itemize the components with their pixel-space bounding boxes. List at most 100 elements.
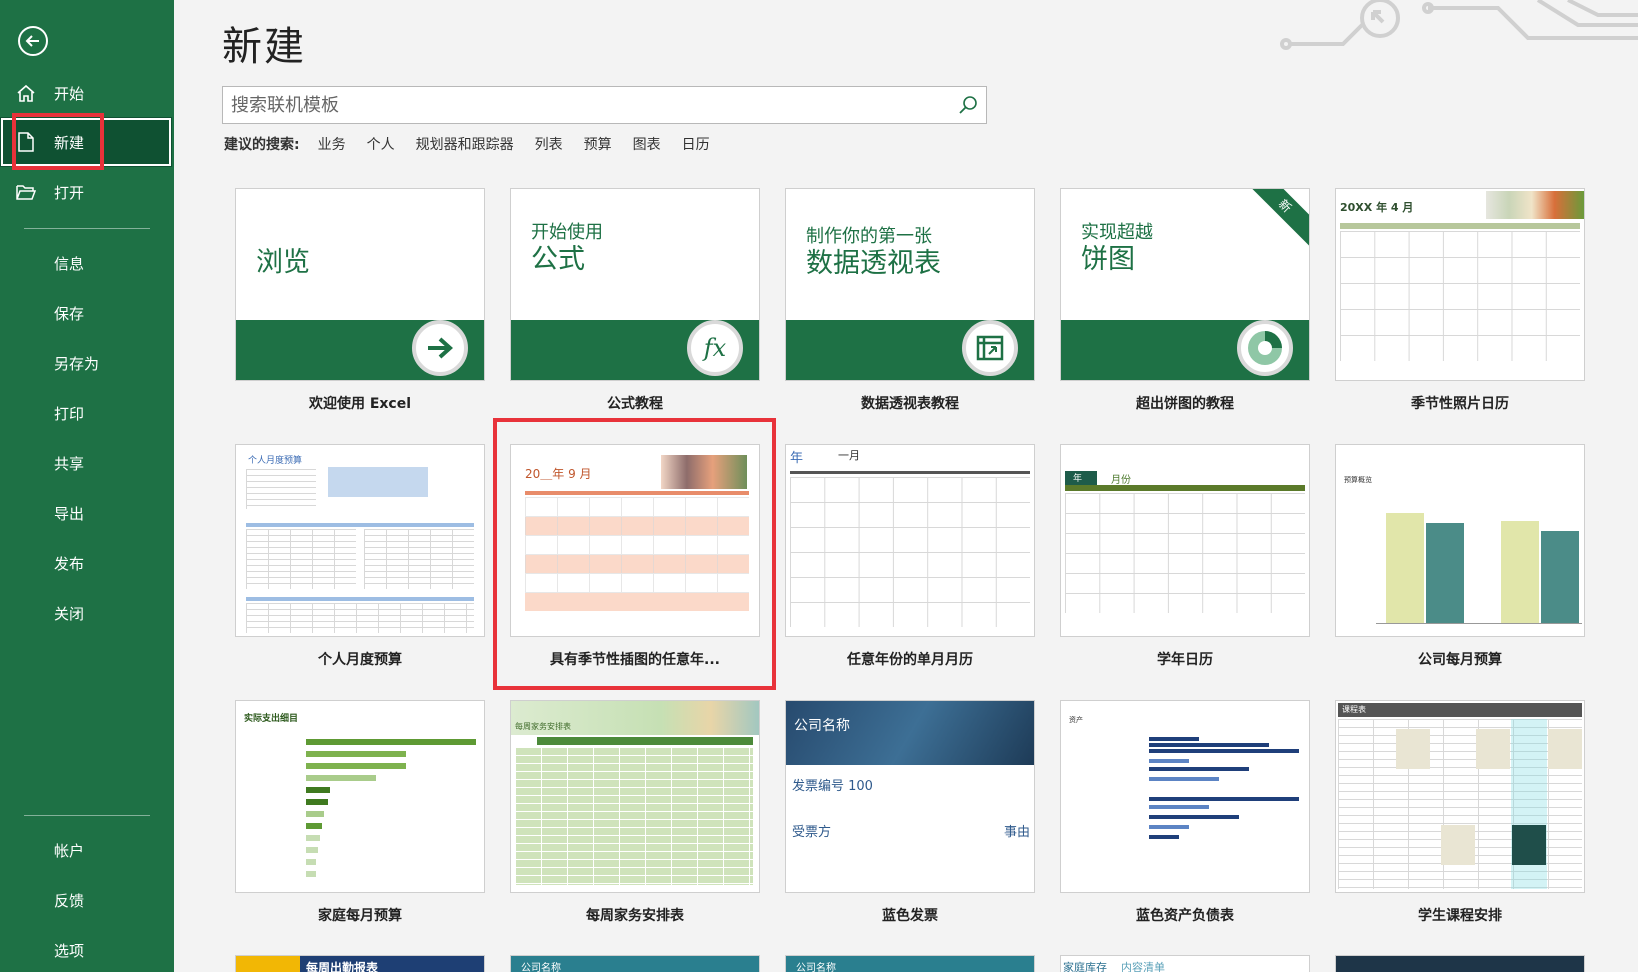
template-name: 具有季节性插图的任意年... xyxy=(550,652,720,668)
chores-grid xyxy=(515,747,753,885)
chart-bar xyxy=(306,751,406,757)
suggested-search-link[interactable]: 图表 xyxy=(633,134,661,154)
sidebar-item-export[interactable]: 导出 xyxy=(0,488,174,538)
template-card-formula[interactable]: 开始使用 公式 fx 公式教程 xyxy=(510,188,760,413)
template-card-school-calendar[interactable]: 年 月份 学年日历 xyxy=(1060,444,1310,669)
class-block xyxy=(1396,729,1430,769)
calendar-header-bar xyxy=(1065,485,1305,491)
sidebar-item-feedback[interactable]: 反馈 xyxy=(0,875,174,925)
suggested-search-link[interactable]: 日历 xyxy=(682,134,710,154)
suggested-search-link[interactable]: 业务 xyxy=(318,134,346,154)
class-block xyxy=(1548,729,1582,769)
sidebar-item-close[interactable]: 关闭 xyxy=(0,588,174,638)
sidebar-item-save-as[interactable]: 另存为 xyxy=(0,338,174,388)
tile-subtitle: 内容清单 xyxy=(1121,961,1165,972)
tile-title: 公式 xyxy=(531,243,585,275)
sidebar-item-label: 发布 xyxy=(54,554,85,573)
suggested-searches-label: 建议的搜索: xyxy=(224,137,300,153)
template-thumbnail: 20XX 年 4 月 xyxy=(1335,188,1585,381)
sidebar-item-label: 关闭 xyxy=(54,604,85,623)
sidebar-item-label: 选项 xyxy=(54,941,85,960)
template-card-partial[interactable]: 公司名称 xyxy=(785,955,1035,972)
calendar-grid xyxy=(1065,493,1305,613)
sidebar-item-label: 导出 xyxy=(54,504,85,523)
sidebar-item-open[interactable]: 打开 xyxy=(0,167,174,217)
tile-title: 浏览 xyxy=(256,247,310,278)
table-header-bar xyxy=(246,523,474,527)
tile-subtitle: 开始使用 xyxy=(531,222,603,243)
template-card-weekly-chores[interactable]: 每周家务安排表 每周家务安排表 xyxy=(510,700,760,925)
template-card-family-budget[interactable]: 实际支出细目 家庭每月预算 xyxy=(235,700,485,925)
class-block xyxy=(1441,825,1475,865)
tile-title: 饼图 xyxy=(1081,243,1135,275)
suggested-search-link[interactable]: 个人 xyxy=(367,134,395,154)
sidebar-item-label: 帐户 xyxy=(54,841,85,860)
chart-bar xyxy=(1149,749,1299,753)
template-name: 蓝色发票 xyxy=(882,908,938,924)
class-block xyxy=(1476,729,1510,769)
template-card-home-inventory[interactable]: 家庭库存 内容清单 xyxy=(1060,955,1310,972)
template-card-pivot[interactable]: 制作你的第一张 数据透视表 数据透视表教程 xyxy=(785,188,1035,413)
tile-subtitle: 制作你的第一张 xyxy=(806,226,932,247)
template-card-personal-budget[interactable]: 个人月度预算 个人月度预算 xyxy=(235,444,485,669)
chart-bar xyxy=(1149,835,1179,839)
template-thumbnail: 年 一月 xyxy=(785,444,1035,637)
tile-text: 事由 xyxy=(1004,825,1031,840)
suggested-search-link[interactable]: 规划器和跟踪器 xyxy=(416,134,514,154)
back-arrow-icon[interactable] xyxy=(18,26,48,56)
template-thumbnail: 课程表 xyxy=(1335,700,1585,893)
sidebar-item-account[interactable]: 帐户 xyxy=(0,825,174,875)
sidebar-item-publish[interactable]: 发布 xyxy=(0,538,174,588)
template-name: 家庭每月预算 xyxy=(318,908,402,924)
template-card-class-schedule[interactable]: 课程表 学生课程安排 xyxy=(1335,700,1585,925)
sidebar-item-share[interactable]: 共享 xyxy=(0,438,174,488)
chart-axis xyxy=(1376,623,1582,624)
tile-title: 资产 xyxy=(1069,716,1083,724)
folder-open-icon xyxy=(0,184,52,200)
template-thumbnail: 实际支出细目 xyxy=(235,700,485,893)
template-card-partial[interactable]: 公司名称 xyxy=(510,955,760,972)
template-card-partial[interactable] xyxy=(1335,955,1585,972)
template-card-monthly-calendar[interactable]: 年 一月 任意年份的单月月历 xyxy=(785,444,1035,669)
template-card-pie[interactable]: 实现超越 饼图 新 超出饼图的教程 xyxy=(1060,188,1310,413)
pivot-table-icon xyxy=(962,320,1018,376)
chart-bar xyxy=(306,859,316,865)
suggested-searches: 建议的搜索: 业务 个人 规划器和跟踪器 列表 预算 图表 日历 xyxy=(224,134,731,154)
home-icon xyxy=(0,84,52,102)
backstage-sidebar: 开始 新建 打开 信息 保存 另存为 打印 共享 导出 发布 关闭 帐户 反馈 … xyxy=(0,0,174,972)
sidebar-item-info[interactable]: 信息 xyxy=(0,238,174,288)
suggested-search-link[interactable]: 列表 xyxy=(535,134,563,154)
sidebar-item-save[interactable]: 保存 xyxy=(0,288,174,338)
tile-title: 个人月度预算 xyxy=(248,456,303,466)
template-card-seasonal-calendar[interactable]: 20＿年 9 月 具有季节性插图的任意年... xyxy=(510,444,760,669)
search-input[interactable] xyxy=(223,87,950,123)
template-card-welcome[interactable]: 浏览 欢迎使用 Excel xyxy=(235,188,485,413)
sidebar-item-home[interactable]: 开始 xyxy=(0,68,174,118)
table-header-bar xyxy=(537,737,753,745)
template-card-attendance[interactable]: 每周出勤报表 xyxy=(235,955,485,972)
template-card-photo-calendar[interactable]: 20XX 年 4 月 季节性照片日历 xyxy=(1335,188,1585,413)
chart-bar xyxy=(306,811,324,817)
template-card-balance-sheet[interactable]: 资产 蓝色资产负债表 xyxy=(1060,700,1310,925)
schedule-header-bar xyxy=(1338,703,1582,717)
template-thumbnail: 公司名称 发票编号 100 受票方 事由 xyxy=(785,700,1035,893)
template-thumbnail: 每周家务安排表 xyxy=(510,700,760,893)
template-card-company-budget[interactable]: 预算概览 公司每月预算 xyxy=(1335,444,1585,669)
template-card-blue-invoice[interactable]: 公司名称 发票编号 100 受票方 事由 蓝色发票 xyxy=(785,700,1035,925)
tile-title: 年 xyxy=(1073,474,1083,484)
tile-title: 公司名称 xyxy=(521,963,561,972)
sidebar-item-new[interactable]: 新建 xyxy=(0,117,172,167)
sidebar-item-label: 另存为 xyxy=(54,354,100,373)
search-button[interactable] xyxy=(950,87,986,123)
tile-title: 20＿年 9 月 xyxy=(525,467,592,481)
tile-subtitle: 月份 xyxy=(1111,475,1131,486)
tile-title: 预算概览 xyxy=(1344,476,1372,484)
calendar-grid xyxy=(1340,231,1580,361)
chart-bar xyxy=(1386,513,1424,623)
template-thumbnail: 实现超越 饼图 新 xyxy=(1060,188,1310,381)
sidebar-item-label: 打印 xyxy=(54,404,85,423)
sidebar-item-print[interactable]: 打印 xyxy=(0,388,174,438)
suggested-search-link[interactable]: 预算 xyxy=(584,134,612,154)
sidebar-item-options[interactable]: 选项 xyxy=(0,925,174,972)
tile-subtitle: 一月 xyxy=(838,449,860,462)
